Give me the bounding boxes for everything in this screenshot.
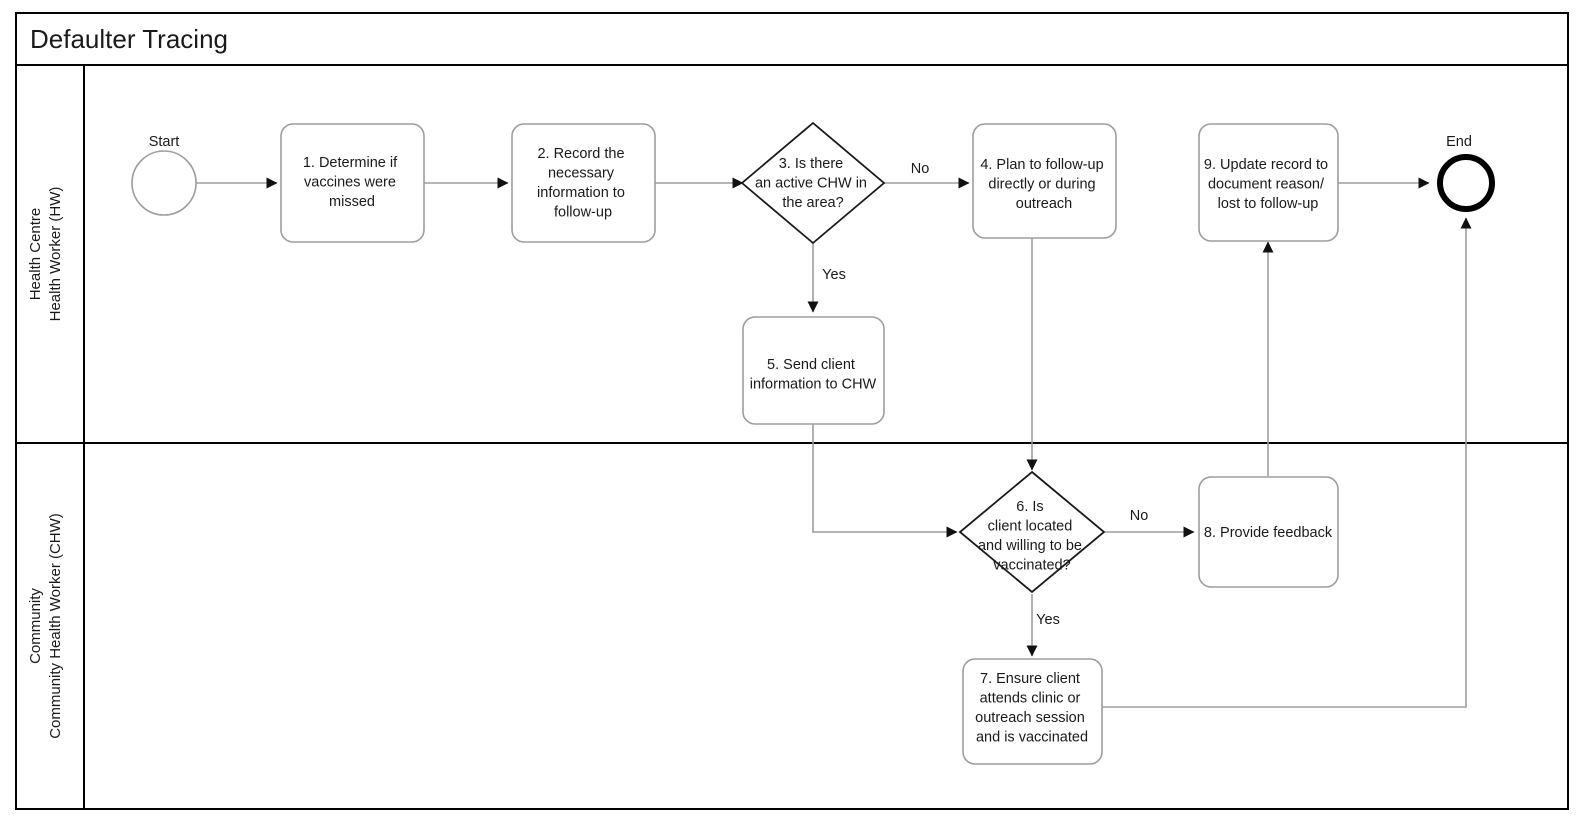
gateway-3-line-3: the area?	[782, 195, 843, 211]
gateway-3-line-1: 3. Is there	[779, 156, 843, 172]
task-4-plan-follow-up[interactable]: 4. Plan to follow-up directly or during …	[972, 123, 1117, 239]
sequence-flows	[196, 177, 1472, 708]
task-7-line-2: attends clinic or	[980, 691, 1081, 707]
task-8-label: 8. Provide feedback	[1204, 525, 1333, 541]
end-event[interactable]: End	[1437, 134, 1495, 212]
sidebar-item-lane-community: Community Community Health Worker (CHW)	[27, 513, 64, 739]
flow-label-gateway6-no: No	[1130, 508, 1149, 524]
task-4-line-1: 4. Plan to follow-up	[980, 157, 1103, 173]
lane-label-health-centre-line2: Health Worker (HW)	[47, 187, 64, 322]
flow-label-gateway3-no: No	[911, 161, 930, 177]
task-9-update-record[interactable]: 9. Update record to document reason/ los…	[1198, 123, 1339, 242]
gateway-6-line-2: client located	[988, 519, 1073, 535]
gateway-6-line-4: vaccinated?	[993, 558, 1070, 574]
page-title: Defaulter Tracing	[30, 24, 228, 54]
task-2-line-2: necessary	[548, 166, 615, 182]
task-7-line-4: and is vaccinated	[976, 730, 1088, 746]
task-4-line-2: directly or during	[988, 177, 1095, 193]
gateway-3-active-chw-decision[interactable]: 3. Is there an active CHW in the area?	[740, 121, 886, 245]
gateway-3-line-2: an active CHW in	[755, 176, 867, 192]
start-event-circle	[131, 150, 197, 216]
sidebar-item-lane-health-centre: Health Centre Health Worker (HW)	[27, 187, 64, 322]
task-2-shape	[511, 123, 656, 243]
task-1-line-1: 1. Determine if	[303, 155, 398, 171]
flowchart-canvas: Defaulter Tracing Health Centre Health W…	[0, 0, 1584, 822]
task-7-line-1: 7. Ensure client	[980, 671, 1080, 687]
task-8-line-1: 8. Provide feedback	[1204, 525, 1333, 541]
end-event-circle	[1437, 154, 1495, 212]
task-5-line-2: information to CHW	[750, 377, 877, 393]
task-5-send-client-information[interactable]: 5. Send client information to CHW	[742, 316, 885, 425]
flow-label-gateway6-yes: Yes	[1036, 612, 1060, 628]
task-4-line-3: outreach	[1016, 196, 1072, 212]
task-7-ensure-client-vaccinated[interactable]: 7. Ensure client attends clinic or outre…	[962, 658, 1103, 765]
task-1-determine-missed-vaccines[interactable]: 1. Determine if vaccines were missed	[280, 123, 425, 243]
task-1-line-3: missed	[329, 194, 375, 210]
gateway-6-client-located-decision[interactable]: 6. Is client located and willing to be v…	[958, 470, 1106, 594]
task-2-line-3: information to	[537, 185, 625, 201]
task-2-record-information[interactable]: 2. Record the necessary information to f…	[511, 123, 656, 243]
task-1-line-2: vaccines were	[304, 175, 396, 191]
flow-task5-to-gateway6	[812, 424, 958, 538]
flow-label-gateway3-yes: Yes	[822, 267, 846, 283]
gateway-6-line-3: and willing to be	[978, 538, 1082, 554]
gateway-6-line-1: 6. Is	[1016, 499, 1043, 515]
task-9-line-3: lost to follow-up	[1218, 196, 1319, 212]
task-9-line-1: 9. Update record to	[1204, 157, 1328, 173]
task-9-label: 9. Update record to document reason/ los…	[1204, 157, 1332, 212]
end-event-label: End	[1446, 134, 1472, 150]
lane-label-community-line2: Community Health Worker (CHW)	[47, 513, 64, 739]
lane-label-community-line1: Community	[27, 588, 44, 664]
start-event-label: Start	[149, 134, 180, 150]
lane-label-health-centre-line1: Health Centre	[27, 208, 44, 301]
start-event[interactable]: Start	[131, 134, 197, 216]
flow-task7-to-end	[1101, 217, 1472, 708]
task-8-provide-feedback[interactable]: 8. Provide feedback	[1198, 476, 1339, 588]
task-7-line-3: outreach session	[975, 710, 1085, 726]
task-2-line-4: follow-up	[554, 205, 612, 221]
task-5-line-1: 5. Send client	[767, 357, 855, 373]
task-2-line-1: 2. Record the	[537, 146, 624, 162]
task-9-line-2: document reason/	[1208, 177, 1325, 193]
